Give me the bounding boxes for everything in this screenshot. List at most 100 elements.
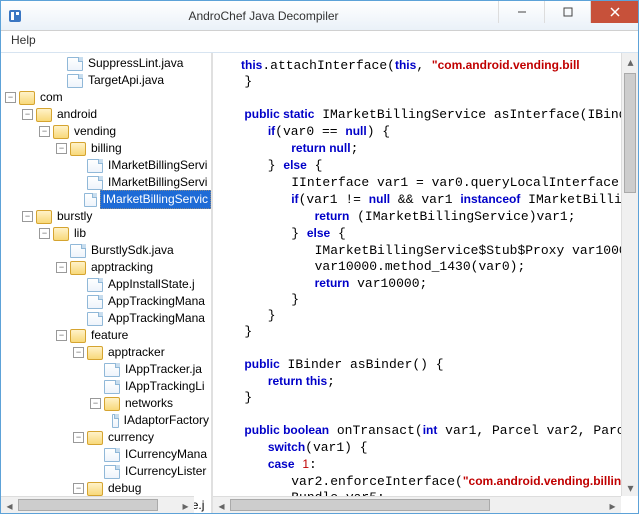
collapse-icon[interactable]: − [5,92,16,103]
tree-label: debug [106,480,143,497]
tree-item[interactable]: − lib [39,225,211,242]
collapse-icon[interactable]: − [73,483,84,494]
collapse-icon[interactable]: − [90,398,101,409]
source-code: this.attachInterface(this, "com.android.… [213,53,638,513]
tree-label: BurstlySdk.java [89,242,176,259]
tree-item[interactable]: − android [22,106,211,123]
tree-label: lib [72,225,88,242]
collapse-icon[interactable]: − [39,126,50,137]
scroll-left-icon[interactable]: ◂ [1,497,18,513]
collapse-icon[interactable]: − [22,211,33,222]
scroll-down-icon[interactable]: ▾ [622,479,638,496]
file-icon [67,74,83,88]
folder-icon [53,125,69,139]
scroll-up-icon[interactable]: ▴ [622,53,638,70]
folder-icon [87,346,103,360]
scrollbar-horizontal[interactable]: ◂ ▸ [213,496,621,513]
tree-item[interactable]: TargetApi.java [53,72,211,89]
file-icon [67,57,83,71]
tree-item[interactable]: IMarketBillingServic [73,191,211,208]
tree-item[interactable]: − feature [56,327,211,344]
menu-help[interactable]: Help [5,31,42,49]
tree-label: IAppTrackingLi [123,378,207,395]
tree-item[interactable]: IAppTracker.ja [90,361,211,378]
tree-label: SuppressLint.java [86,55,185,72]
file-icon [87,176,103,190]
scroll-right-icon[interactable]: ▸ [177,497,194,513]
tree-label: AppTrackingMana [106,293,207,310]
collapse-icon[interactable]: − [73,347,84,358]
tree-item[interactable]: IMarketBillingServi [73,157,211,174]
tree-label: networks [123,395,175,412]
file-icon [87,159,103,173]
tree-item[interactable]: −burstly [22,208,211,225]
tree-label: IAppTracker.ja [123,361,204,378]
scrollbar-horizontal[interactable]: ◂ ▸ [1,496,194,513]
folder-icon [104,397,120,411]
tree-item[interactable]: −billing [56,140,211,157]
tree-item[interactable]: −apptracking [56,259,211,276]
file-icon [112,414,119,428]
collapse-icon[interactable]: − [22,109,33,120]
maximize-button[interactable] [544,1,590,23]
folder-icon [53,227,69,241]
file-icon [104,465,120,479]
folder-icon [36,210,52,224]
tree-label: AppInstallState.j [106,276,197,293]
tree-item[interactable]: AppInstallState.j [73,276,211,293]
tree-label: com [38,89,65,106]
collapse-icon[interactable]: − [56,262,67,273]
tree-item[interactable]: − networks [90,395,211,412]
tree-label: AppTrackingMana [106,310,207,327]
tree-item[interactable]: AppTrackingMana [73,310,211,327]
collapse-icon[interactable]: − [56,330,67,341]
tree-label: TargetApi.java [86,72,166,89]
collapse-icon[interactable]: − [56,143,67,154]
tree-item[interactable]: AppTrackingMana [73,293,211,310]
tree-item[interactable]: BurstlySdk.java [56,242,211,259]
folder-icon [87,431,103,445]
tree-item[interactable]: ICurrencyLister [90,463,211,480]
folder-icon [70,261,86,275]
tree-item[interactable]: ICurrencyMana [90,446,211,463]
tree-item[interactable]: −apptracker [73,344,211,361]
collapse-icon[interactable]: − [73,432,84,443]
file-icon [84,193,97,207]
tree-item[interactable]: − com [5,89,211,106]
file-icon [70,244,86,258]
scroll-left-icon[interactable]: ◂ [213,497,230,513]
main-split: SuppressLint.java TargetApi.java −com −a… [1,53,638,513]
close-button[interactable] [590,1,638,23]
tree-item[interactable]: SuppressLint.java [53,55,211,72]
menubar: Help [1,31,638,53]
tree-pane[interactable]: SuppressLint.java TargetApi.java −com −a… [1,53,213,513]
tree-item[interactable]: − debug [73,480,211,497]
file-icon [87,278,103,292]
tree-label: IMarketBillingServi [106,157,209,174]
file-icon [104,363,120,377]
tree-item[interactable]: IAdaptorFactory [107,412,211,429]
tree-label: IAdaptorFactory [122,412,211,429]
tree-label: android [55,106,99,123]
tree-label: ICurrencyLister [123,463,208,480]
tree-label-selected: IMarketBillingServic [100,190,211,209]
tree-item[interactable]: IAppTrackingLi [90,378,211,395]
file-icon [104,448,120,462]
file-icon [87,312,103,326]
tree-label: ICurrencyMana [123,446,209,463]
tree-item[interactable]: −currency [73,429,211,446]
collapse-icon[interactable]: − [39,228,50,239]
tree-item[interactable]: IMarketBillingServi [73,174,211,191]
window-buttons [498,1,638,30]
file-icon [87,295,103,309]
minimize-button[interactable] [498,1,544,23]
tree-label: feature [89,327,130,344]
tree-label: IMarketBillingServi [106,174,209,191]
file-icon [104,380,120,394]
scrollbar-vertical[interactable]: ▴ ▾ [621,53,638,496]
code-pane[interactable]: this.attachInterface(this, "com.android.… [213,53,638,513]
scroll-right-icon[interactable]: ▸ [604,497,621,513]
tree-item[interactable]: −vending [39,123,211,140]
app-icon [7,8,23,24]
folder-icon [36,108,52,122]
